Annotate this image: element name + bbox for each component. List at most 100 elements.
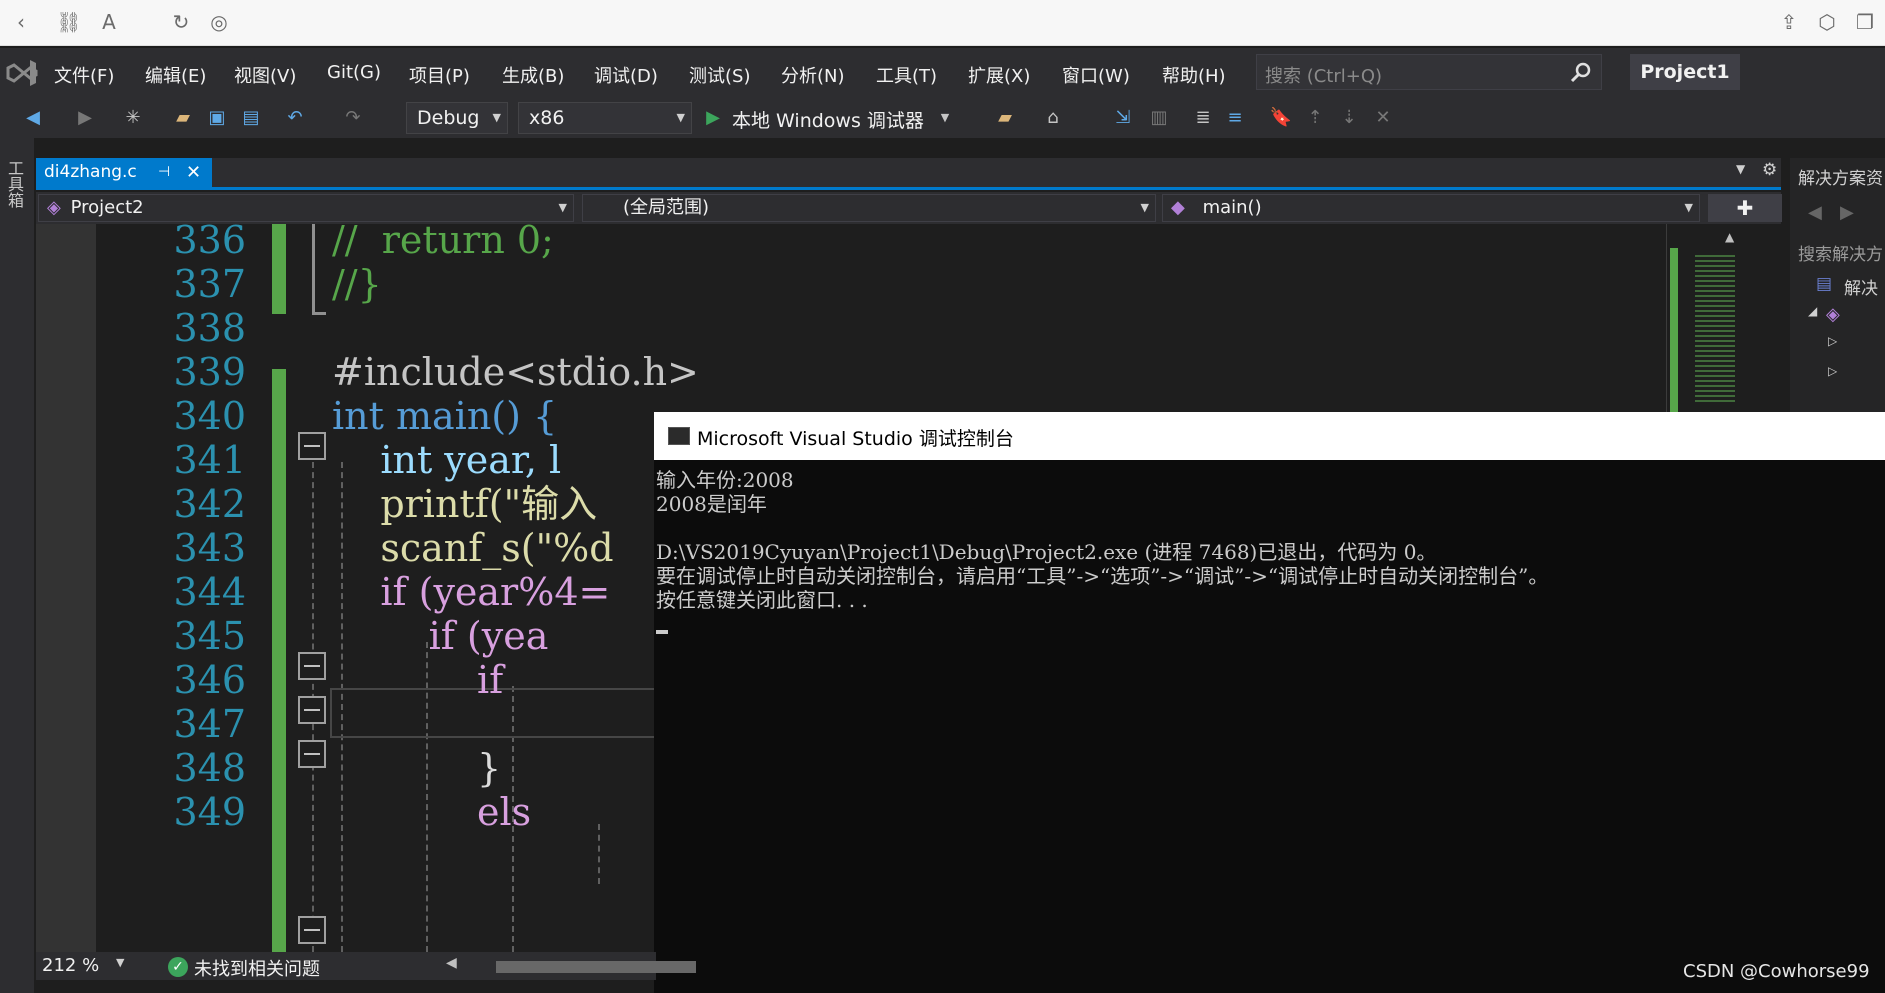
menu-git[interactable]: Git(G) xyxy=(327,62,381,83)
close-icon[interactable]: ✕ xyxy=(186,158,201,187)
collapse-icon[interactable] xyxy=(298,696,326,724)
scope-dropdown[interactable]: (全局范围) ▼ xyxy=(582,194,1156,222)
read-aloud-icon[interactable]: A xyxy=(96,8,122,36)
left-tool-strip: 工具箱 xyxy=(0,138,34,993)
menu-help[interactable]: 帮助(H) xyxy=(1162,62,1226,88)
collapse-icon[interactable] xyxy=(298,432,326,460)
search-box[interactable]: 搜索 (Ctrl+Q) xyxy=(1256,54,1602,90)
console-title: Microsoft Visual Studio 调试控制台 xyxy=(697,428,1014,450)
menu-test[interactable]: 测试(S) xyxy=(689,62,750,88)
save-all-icon[interactable]: ▤ xyxy=(238,105,264,131)
project-dropdown[interactable]: ◈ Project2 ▼ xyxy=(38,194,574,222)
menu-tools[interactable]: 工具(T) xyxy=(876,62,937,88)
refresh-icon[interactable]: ↻ xyxy=(168,8,194,36)
chevron-down-icon[interactable]: ▼ xyxy=(932,105,958,131)
menu-file[interactable]: 文件(F) xyxy=(54,62,114,88)
back-icon[interactable]: ◀ xyxy=(1808,202,1822,223)
solution-explorer-panel: 解决方案资 ◀ ▶ 搜索解决方 ▤ 解决 ◢ ◈ ▷ ▷ xyxy=(1790,158,1885,418)
step-into-icon[interactable]: ⇲ xyxy=(1110,105,1136,131)
platform-select[interactable]: x86 ▼ xyxy=(518,102,692,134)
start-debugging-button[interactable]: 本地 Windows 调试器 xyxy=(732,106,924,133)
collapse-icon[interactable] xyxy=(298,740,326,768)
console-output[interactable]: 输入年份:2008 2008是闰年 D:\VS2019Cyuyan\Projec… xyxy=(654,462,1885,993)
scope-guide-end xyxy=(312,312,326,315)
scroll-left-icon[interactable]: ◀ xyxy=(446,955,457,971)
collapse-arrow-icon[interactable]: ▷ xyxy=(1828,334,1837,348)
chevron-down-icon: ▼ xyxy=(558,201,567,214)
horizontal-scrollbar-thumb[interactable] xyxy=(496,961,696,973)
minimap-scrollbar[interactable]: ▲ xyxy=(1666,224,1784,414)
solution-root-label[interactable]: 解决 xyxy=(1844,274,1878,299)
undo-icon[interactable]: ↶ xyxy=(282,105,308,131)
compass-icon[interactable]: ◎ xyxy=(206,8,232,36)
scroll-up-icon[interactable]: ▲ xyxy=(1725,230,1734,244)
previous-bookmark-icon[interactable]: ⇡ xyxy=(1302,105,1328,131)
collections-icon[interactable]: ❐ xyxy=(1852,8,1878,36)
extensions-icon[interactable]: ⬡ xyxy=(1814,8,1840,36)
code-line: els xyxy=(332,790,532,834)
browse-folder-icon[interactable]: ▰ xyxy=(992,105,1018,131)
link-icon[interactable]: ⛓ xyxy=(56,8,82,36)
console-titlebar[interactable]: Microsoft Visual Studio 调试控制台 xyxy=(654,412,1885,460)
chevron-down-icon: ▼ xyxy=(1140,201,1149,214)
tab-list-dropdown-icon[interactable]: ▼ xyxy=(1736,162,1745,176)
navigate-forward-icon[interactable]: ▶ xyxy=(72,105,98,131)
format-icon[interactable]: ▥ xyxy=(1146,105,1172,131)
chevron-down-icon: ▼ xyxy=(1684,201,1693,214)
comment-lines-icon[interactable]: ≣ xyxy=(1190,105,1216,131)
check-circle-icon: ✓ xyxy=(168,957,188,977)
solution-search-input[interactable]: 搜索解决方 xyxy=(1798,240,1883,265)
project-title: Project1 xyxy=(1630,54,1740,90)
solution-icon: ▤ xyxy=(1816,274,1833,294)
gear-icon[interactable]: ⚙ xyxy=(1762,160,1777,180)
issues-status[interactable]: 未找到相关问题 xyxy=(194,955,320,981)
console-app-icon xyxy=(668,427,690,445)
menu-project[interactable]: 项目(P) xyxy=(409,62,470,88)
search-icon[interactable] xyxy=(1569,60,1593,84)
collapse-arrow-icon[interactable]: ▷ xyxy=(1828,364,1837,378)
menu-window[interactable]: 窗口(W) xyxy=(1062,62,1130,88)
uncomment-lines-icon[interactable]: ≡ xyxy=(1222,105,1248,131)
tab-di4zhang[interactable]: di4zhang.c ⊣ ✕ xyxy=(36,158,212,187)
change-indicator xyxy=(272,369,286,952)
pin-icon[interactable]: ⊣ xyxy=(158,158,170,187)
scope-guide-line xyxy=(312,224,315,314)
forward-icon[interactable]: ▶ xyxy=(1840,202,1854,223)
menu-edit[interactable]: 编辑(E) xyxy=(145,62,206,88)
share-icon[interactable]: ⇪ xyxy=(1776,8,1802,36)
menu-bar: 文件(F) 编辑(E) 视图(V) Git(G) 项目(P) 生成(B) 调试(… xyxy=(0,48,1885,98)
expand-arrow-icon[interactable]: ◢ xyxy=(1808,304,1817,318)
menu-extensions[interactable]: 扩展(X) xyxy=(968,62,1030,88)
menu-build[interactable]: 生成(B) xyxy=(502,62,564,88)
navigate-back-icon[interactable]: ◀ xyxy=(20,105,46,131)
chevron-down-icon[interactable]: ▼ xyxy=(116,956,124,969)
zoom-level[interactable]: 212 % xyxy=(42,955,99,976)
browser-toolbar: ‹ ⛓ A ↻ ◎ ⇪ ⬡ ❐ xyxy=(0,0,1885,46)
menu-view[interactable]: 视图(V) xyxy=(234,62,296,88)
save-icon[interactable]: ▣ xyxy=(204,105,230,131)
next-bookmark-icon[interactable]: ⇣ xyxy=(1336,105,1362,131)
clear-bookmarks-icon[interactable]: ✕ xyxy=(1370,105,1396,131)
debug-console-window[interactable]: Microsoft Visual Studio 调试控制台 输入年份:2008 … xyxy=(654,412,1885,993)
start-debugging-icon[interactable]: ▶ xyxy=(700,105,726,131)
minimap-preview xyxy=(1695,252,1735,402)
collapse-icon[interactable] xyxy=(298,652,326,680)
menu-debug[interactable]: 调试(D) xyxy=(594,62,658,88)
function-dropdown[interactable]: ◆ main() ▼ xyxy=(1162,194,1700,222)
scope-value: (全局范围) xyxy=(623,197,710,218)
visual-studio-logo-icon xyxy=(6,60,38,86)
toolbox-tab[interactable]: 工具箱 xyxy=(5,160,26,208)
new-item-icon[interactable]: ✳ xyxy=(120,105,146,131)
menu-analyze[interactable]: 分析(N) xyxy=(781,62,845,88)
collapse-icon[interactable] xyxy=(298,916,326,944)
console-line: 按任意键关闭此窗口. . . xyxy=(656,588,868,612)
home-icon[interactable]: ⌂ xyxy=(1040,105,1066,131)
document-tab-bar: di4zhang.c ⊣ ✕ ▼ ⚙ xyxy=(36,158,1781,190)
back-icon[interactable]: ‹ xyxy=(8,8,34,36)
configuration-select[interactable]: Debug ▼ xyxy=(406,102,508,134)
redo-icon[interactable]: ↷ xyxy=(340,105,366,131)
open-folder-icon[interactable]: ▰ xyxy=(170,105,196,131)
split-editor-icon[interactable]: ✚ xyxy=(1708,194,1782,222)
bookmark-icon[interactable]: 🔖 xyxy=(1268,105,1294,131)
search-input[interactable]: 搜索 (Ctrl+Q) xyxy=(1265,62,1382,88)
